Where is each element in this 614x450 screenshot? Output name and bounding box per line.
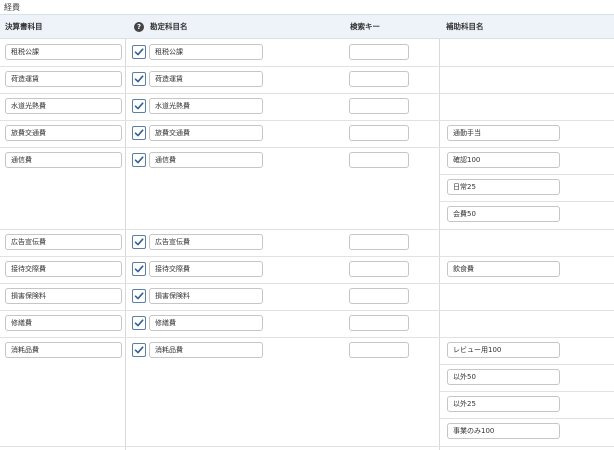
check-icon (134, 319, 144, 327)
search-key-input[interactable] (349, 152, 409, 168)
table-header: 決算書科目 ? 勘定科目名 検索キー 補助科目名 (0, 14, 614, 39)
help-icon[interactable]: ? (134, 22, 144, 32)
sub-row-divider (440, 174, 614, 175)
kessan-field[interactable]: 消耗品費 (5, 342, 122, 358)
kanjo-field[interactable]: 旅費交通費 (149, 125, 263, 141)
hojo-field[interactable]: 会費50 (447, 206, 560, 222)
search-key-input[interactable] (349, 315, 409, 331)
row-divider (0, 283, 614, 284)
kanjo-field[interactable]: 修繕費 (149, 315, 263, 331)
kanjo-field[interactable]: 水道光熱費 (149, 98, 263, 114)
column-header-kessan: 決算書科目 (5, 22, 43, 31)
kanjo-field[interactable]: 荷造運賃 (149, 71, 263, 87)
check-icon (134, 75, 144, 83)
kanjo-checkbox[interactable] (132, 343, 146, 357)
row-divider (0, 256, 614, 257)
kanjo-field[interactable]: 租税公課 (149, 44, 263, 60)
sub-row-divider (440, 364, 614, 365)
kanjo-checkbox[interactable] (132, 99, 146, 113)
kanjo-checkbox[interactable] (132, 235, 146, 249)
kanjo-checkbox[interactable] (132, 316, 146, 330)
hojo-field[interactable]: レビュー用100 (447, 342, 560, 358)
row-divider (0, 147, 614, 148)
row-divider (0, 310, 614, 311)
row-divider (0, 229, 614, 230)
kanjo-checkbox[interactable] (132, 153, 146, 167)
check-icon (134, 346, 144, 354)
kanjo-field[interactable]: 通信費 (149, 152, 263, 168)
section-title: 経費 (4, 3, 20, 12)
kessan-field[interactable]: 荷造運賃 (5, 71, 122, 87)
column-divider (439, 39, 440, 450)
column-header-search: 検索キー (350, 22, 380, 31)
hojo-field[interactable]: 以外25 (447, 396, 560, 412)
row-divider (0, 66, 614, 67)
hojo-field[interactable]: 以外50 (447, 369, 560, 385)
kanjo-checkbox[interactable] (132, 289, 146, 303)
search-key-input[interactable] (349, 125, 409, 141)
kanjo-checkbox[interactable] (132, 72, 146, 86)
kessan-field[interactable]: 修繕費 (5, 315, 122, 331)
check-icon (134, 292, 144, 300)
kanjo-checkbox[interactable] (132, 45, 146, 59)
search-key-input[interactable] (349, 71, 409, 87)
check-icon (134, 238, 144, 246)
kanjo-field[interactable]: 接待交際費 (149, 261, 263, 277)
kessan-field[interactable]: 通信費 (5, 152, 122, 168)
kessan-field[interactable]: 租税公課 (5, 44, 122, 60)
kanjo-field[interactable]: 損害保険料 (149, 288, 263, 304)
kessan-field[interactable]: 広告宣伝費 (5, 234, 122, 250)
search-key-input[interactable] (349, 342, 409, 358)
sub-row-divider (440, 418, 614, 419)
kanjo-field[interactable]: 消耗品費 (149, 342, 263, 358)
hojo-field[interactable]: 飲食費 (447, 261, 560, 277)
search-key-input[interactable] (349, 234, 409, 250)
sub-row-divider (440, 391, 614, 392)
sub-row-divider (440, 201, 614, 202)
search-key-input[interactable] (349, 261, 409, 277)
check-icon (134, 156, 144, 164)
kanjo-checkbox[interactable] (132, 262, 146, 276)
hojo-field[interactable]: 通勤手当 (447, 125, 560, 141)
hojo-field[interactable]: 事業のみ100 (447, 423, 560, 439)
row-divider (0, 337, 614, 338)
kessan-field[interactable]: 旅費交通費 (5, 125, 122, 141)
kanjo-checkbox[interactable] (132, 126, 146, 140)
check-icon (134, 48, 144, 56)
kessan-field[interactable]: 水道光熱費 (5, 98, 122, 114)
hojo-field[interactable]: 確認100 (447, 152, 560, 168)
search-key-input[interactable] (349, 98, 409, 114)
search-key-input[interactable] (349, 288, 409, 304)
kanjo-field[interactable]: 広告宣伝費 (149, 234, 263, 250)
search-key-input[interactable] (349, 44, 409, 60)
kessan-field[interactable]: 接待交際費 (5, 261, 122, 277)
column-header-kanjo: 勘定科目名 (150, 22, 188, 31)
kessan-field[interactable]: 損害保険料 (5, 288, 122, 304)
column-divider (125, 39, 126, 450)
check-icon (134, 102, 144, 110)
check-icon (134, 265, 144, 273)
row-divider (0, 93, 614, 94)
check-icon (134, 129, 144, 137)
hojo-field[interactable]: 日常25 (447, 179, 560, 195)
row-divider (0, 446, 614, 447)
column-header-hojo: 補助科目名 (446, 22, 484, 31)
row-divider (0, 120, 614, 121)
